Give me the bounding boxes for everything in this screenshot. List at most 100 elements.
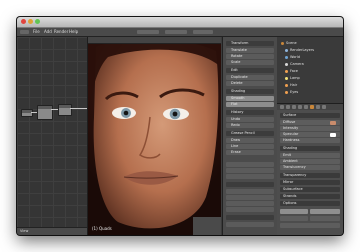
- node-link: [51, 109, 58, 110]
- mesh-icon: [285, 83, 288, 87]
- app-window: File Add Render Help View (1) Quads Tran…: [17, 17, 343, 235]
- title-bar: [17, 17, 343, 28]
- screen-layout-selector[interactable]: [137, 30, 159, 34]
- line-button[interactable]: Line: [226, 144, 274, 149]
- outliner-item[interactable]: Camera: [285, 62, 304, 66]
- flat-button[interactable]: Flat: [226, 102, 274, 107]
- scene-selector[interactable]: [165, 30, 187, 34]
- node-input[interactable]: [37, 105, 53, 120]
- outliner-item[interactable]: Eyes: [285, 90, 298, 94]
- rotate-button[interactable]: Rotate: [226, 54, 274, 59]
- particles-tab-icon[interactable]: [322, 105, 326, 109]
- emit-field[interactable]: Emit: [280, 153, 340, 158]
- panel-header-transparency[interactable]: Transparency: [280, 173, 340, 178]
- option-toggle[interactable]: [280, 209, 308, 214]
- tool-option-row[interactable]: [226, 201, 274, 206]
- material-tab-icon[interactable]: [310, 105, 314, 109]
- redo-button[interactable]: Redo: [226, 123, 274, 128]
- outliner-item[interactable]: RenderLayers: [285, 48, 314, 52]
- scene-icon: [281, 41, 284, 45]
- outliner[interactable]: Scene RenderLayers World Camera Face Lam…: [277, 37, 343, 104]
- node-editor-footer: View: [17, 227, 87, 235]
- tool-option-row[interactable]: [226, 207, 274, 212]
- world-icon: [285, 55, 288, 59]
- outliner-item[interactable]: World: [285, 55, 300, 59]
- tool-option-row[interactable]: [226, 182, 274, 187]
- panel-header-surface[interactable]: Surface: [280, 113, 340, 118]
- render-engine-selector[interactable]: [193, 30, 213, 34]
- panel-header-subsurface[interactable]: Subsurface: [280, 187, 340, 192]
- face-render: [88, 37, 221, 235]
- properties-editor: Scene RenderLayers World Camera Face Lam…: [277, 37, 343, 235]
- panel-header-grease-pencil[interactable]: Grease Pencil: [226, 131, 274, 136]
- ambient-field[interactable]: Ambient: [280, 159, 340, 164]
- specular-color-swatch[interactable]: [330, 132, 336, 137]
- scale-button[interactable]: Scale: [226, 60, 274, 65]
- panel-header-shading[interactable]: Shading: [280, 146, 340, 151]
- outliner-item[interactable]: Face: [285, 69, 298, 73]
- diffuse-field[interactable]: Diffuse: [280, 120, 340, 125]
- panel-header-history[interactable]: History: [226, 110, 274, 115]
- option-field[interactable]: [280, 223, 340, 228]
- node-material[interactable]: [58, 104, 72, 116]
- tool-panel: Transform Translate Rotate Scale Edit Du…: [222, 37, 278, 235]
- view-menu[interactable]: View: [20, 228, 28, 235]
- 3d-viewport[interactable]: (1) Quads: [88, 37, 221, 235]
- intensity-field[interactable]: Intensity: [280, 126, 340, 131]
- node-output[interactable]: [21, 109, 33, 117]
- tool-option-row[interactable]: [226, 215, 274, 220]
- node-editor[interactable]: View: [17, 37, 88, 235]
- specular-field[interactable]: Specular: [280, 132, 340, 137]
- mesh-icon: [285, 69, 288, 73]
- panel-header-edit[interactable]: Edit: [226, 68, 274, 73]
- node-link: [70, 108, 87, 109]
- panel-header-transform[interactable]: Transform: [226, 41, 274, 46]
- minimize-window-button[interactable]: [28, 19, 33, 24]
- translate-button[interactable]: Translate: [226, 48, 274, 53]
- world-tab-icon[interactable]: [292, 105, 296, 109]
- tool-option-row[interactable]: [226, 162, 274, 167]
- option-toggle[interactable]: [310, 209, 340, 214]
- node-link: [31, 112, 37, 113]
- lamp-icon: [285, 76, 288, 80]
- close-window-button[interactable]: [21, 19, 26, 24]
- tool-option-row[interactable]: [226, 168, 274, 173]
- draw-button[interactable]: Draw: [226, 138, 274, 143]
- delete-button[interactable]: Delete: [226, 81, 274, 86]
- tool-option-row[interactable]: [226, 195, 274, 200]
- outliner-item[interactable]: Lamp: [285, 76, 300, 80]
- menu-render[interactable]: Render: [54, 28, 68, 36]
- texture-tab-icon[interactable]: [316, 105, 320, 109]
- render-tab-icon[interactable]: [280, 105, 284, 109]
- translucency-field[interactable]: Translucency: [280, 165, 340, 170]
- properties-tabs: [277, 104, 343, 110]
- panel-header-shading[interactable]: Shading: [226, 89, 274, 94]
- diffuse-color-swatch[interactable]: [330, 120, 336, 125]
- viewport-header: [88, 37, 221, 44]
- duplicate-button[interactable]: Duplicate: [226, 75, 274, 80]
- menu-add[interactable]: Add: [44, 28, 52, 36]
- zoom-window-button[interactable]: [35, 19, 40, 24]
- smooth-button[interactable]: Smooth: [226, 96, 274, 101]
- camera-icon: [285, 62, 288, 66]
- modifier-tab-icon[interactable]: [304, 105, 308, 109]
- editor-type-icon[interactable]: [20, 30, 29, 34]
- hardness-field[interactable]: Hardness: [280, 138, 340, 143]
- menu-help[interactable]: Help: [69, 28, 78, 36]
- erase-button[interactable]: Erase: [226, 150, 274, 155]
- tool-option-row[interactable]: [226, 189, 274, 194]
- panel-header-strands[interactable]: Strands: [280, 194, 340, 199]
- menu-bar: File Add Render Help: [17, 28, 343, 37]
- tool-option-row[interactable]: [226, 222, 274, 227]
- outliner-item[interactable]: Hair: [285, 83, 297, 87]
- panel-header-mirror[interactable]: Mirror: [280, 180, 340, 185]
- outliner-item[interactable]: Scene: [281, 41, 297, 45]
- object-tab-icon[interactable]: [298, 105, 302, 109]
- option-toggle[interactable]: [310, 216, 340, 221]
- undo-button[interactable]: Undo: [226, 117, 274, 122]
- menu-file[interactable]: File: [33, 28, 40, 36]
- scene-tab-icon[interactable]: [286, 105, 290, 109]
- panel-header-options[interactable]: Options: [280, 201, 340, 206]
- tool-option-row[interactable]: [226, 174, 274, 179]
- option-toggle[interactable]: [280, 216, 308, 221]
